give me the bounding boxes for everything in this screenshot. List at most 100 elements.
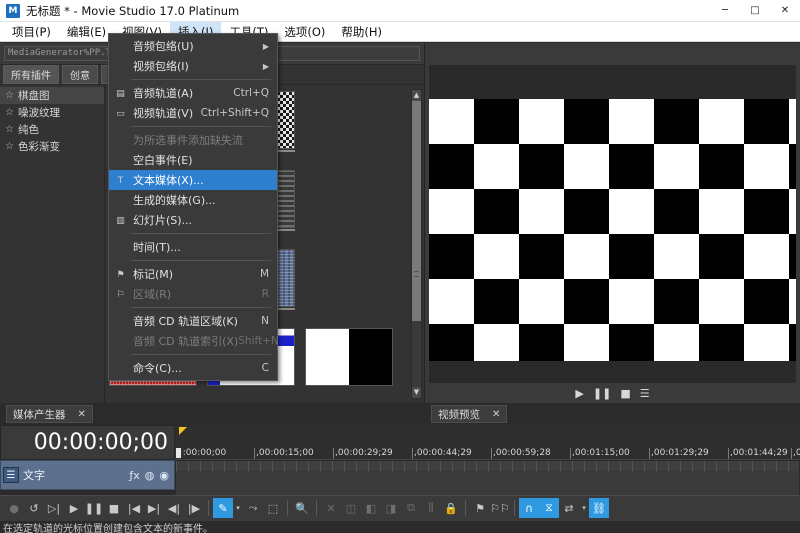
timecode-display[interactable]: 00:00:00;00 bbox=[0, 425, 175, 460]
audio-track-icon: ▤ bbox=[114, 87, 127, 100]
list-icon[interactable]: ☰ bbox=[640, 388, 650, 399]
menu-item-empty-event[interactable]: 空白事件(E) bbox=[109, 150, 277, 170]
menu-separator bbox=[131, 233, 271, 234]
generator-item-checkerboard[interactable]: ☆ 棋盘图 bbox=[0, 87, 104, 104]
menu-project[interactable]: 项目(P) bbox=[4, 22, 59, 42]
play-icon[interactable]: ▶ bbox=[575, 388, 583, 399]
menu-item-command[interactable]: 命令(C)... C bbox=[109, 358, 277, 378]
region-button[interactable]: ⚐⚐ bbox=[490, 498, 510, 518]
pause-icon[interactable]: ❚❚ bbox=[593, 388, 611, 399]
stop-icon[interactable]: ■ bbox=[620, 388, 630, 399]
star-icon: ☆ bbox=[5, 90, 14, 101]
preset-thumbnail[interactable] bbox=[305, 328, 393, 386]
close-icon[interactable]: ✕ bbox=[492, 409, 500, 420]
next-frame-button[interactable]: |▶ bbox=[184, 498, 204, 518]
fx-icon[interactable]: ƒx bbox=[129, 469, 139, 482]
edit-tool-dropdown-caret-icon[interactable]: ▾ bbox=[233, 504, 243, 512]
enable-snapping-button[interactable]: ∩ bbox=[519, 498, 539, 518]
close-button[interactable]: ✕ bbox=[770, 0, 800, 22]
menu-item-label: 生成的媒体(G)... bbox=[133, 192, 216, 208]
dock-tab-media-generators[interactable]: 媒体产生器 ✕ bbox=[6, 405, 93, 423]
play-from-start-button[interactable]: ▷| bbox=[44, 498, 64, 518]
scroll-down-icon[interactable]: ▼ bbox=[412, 387, 421, 398]
video-track-icon: ▭ bbox=[114, 107, 127, 120]
normal-edit-tool-button[interactable]: ✎ bbox=[213, 498, 233, 518]
crossfade-e-button[interactable]: ⫼ bbox=[421, 498, 441, 518]
menu-item-shortcut: N bbox=[261, 315, 269, 327]
preview-canvas[interactable] bbox=[429, 65, 796, 383]
menu-item-region: ⚐ 区域(R) R bbox=[109, 284, 277, 304]
crossfade-c-button[interactable]: ◨ bbox=[381, 498, 401, 518]
scrollbar-thumb[interactable] bbox=[412, 101, 421, 321]
menu-item-label: 命令(C)... bbox=[133, 360, 182, 376]
track-header-text[interactable]: ☰ 文字 ƒx ◍ ◉ bbox=[0, 460, 175, 490]
play-button[interactable]: ▶ bbox=[64, 498, 84, 518]
automation-icon[interactable]: ◍ bbox=[145, 469, 155, 482]
menu-item-audio-track[interactable]: ▤ 音频轨道(A) Ctrl+Q bbox=[109, 83, 277, 103]
menu-item-label: 为所选事件添加缺失流 bbox=[133, 132, 243, 148]
maximize-button[interactable]: □ bbox=[740, 0, 770, 22]
menu-edit[interactable]: 编辑(E) bbox=[59, 22, 114, 42]
envelope-edit-tool-button[interactable]: ⤳ bbox=[243, 498, 263, 518]
crossfade-d-button[interactable]: ⧉ bbox=[401, 498, 421, 518]
generator-item-label: 纯色 bbox=[18, 122, 39, 137]
menu-item-audio-envelope[interactable]: 音频包络(U) ▶ bbox=[109, 36, 277, 56]
loop-playback-button[interactable]: ↺ bbox=[24, 498, 44, 518]
lock-envelopes-button[interactable]: ⛓ bbox=[589, 498, 609, 518]
menu-item-label: 视频包络(I) bbox=[133, 58, 189, 74]
menu-item-video-envelope[interactable]: 视频包络(I) ▶ bbox=[109, 56, 277, 76]
menu-item-shortcut: C bbox=[262, 362, 269, 374]
menu-item-audio-cd-track-region[interactable]: 音频 CD 轨道区域(K) N bbox=[109, 311, 277, 331]
generator-item-label: 色彩渐变 bbox=[18, 139, 60, 154]
ruler-tick: ,00:01:15;00 bbox=[572, 448, 630, 458]
menu-item-generated-media[interactable]: 生成的媒体(G)... bbox=[109, 190, 277, 210]
thumbnail-scrollbar[interactable]: ▲ ▼ bbox=[411, 89, 422, 399]
lock-button[interactable]: 🔒 bbox=[441, 498, 461, 518]
zoom-tool-button[interactable]: 🔍 bbox=[292, 498, 312, 518]
menu-item-label: 标记(M) bbox=[133, 266, 173, 282]
auto-ripple-dropdown-caret-icon[interactable]: ▾ bbox=[579, 504, 589, 512]
tab-creative[interactable]: 创意 bbox=[62, 65, 98, 84]
menu-item-text-media[interactable]: T 文本媒体(X)... bbox=[109, 170, 277, 190]
menu-help[interactable]: 帮助(H) bbox=[333, 22, 390, 42]
menu-item-shortcut: Ctrl+Shift+Q bbox=[201, 107, 269, 119]
cut-button[interactable]: ✕ bbox=[321, 498, 341, 518]
menu-item-label: 音频包络(U) bbox=[133, 38, 194, 54]
slideshow-icon: ▥ bbox=[114, 214, 127, 227]
menu-item-slideshow[interactable]: ▥ 幻灯片(S)... bbox=[109, 210, 277, 230]
dock-tab-video-preview[interactable]: 视频预览 ✕ bbox=[431, 405, 507, 423]
compositing-icon[interactable]: ◉ bbox=[159, 469, 169, 482]
crossfade-b-button[interactable]: ◧ bbox=[361, 498, 381, 518]
marker-button[interactable]: ⚑ bbox=[470, 498, 490, 518]
scroll-up-icon[interactable]: ▲ bbox=[412, 90, 421, 101]
status-bar: 在选定轨道的光标位置创建包含文本的新事件。 bbox=[0, 520, 800, 533]
generator-item-color-gradient[interactable]: ☆ 色彩渐变 bbox=[0, 138, 104, 155]
quantize-to-frames-button[interactable]: ⧖ bbox=[539, 498, 559, 518]
menu-item-video-track[interactable]: ▭ 视频轨道(V) Ctrl+Shift+Q bbox=[109, 103, 277, 123]
close-icon[interactable]: ✕ bbox=[78, 409, 86, 420]
track-name-label[interactable]: 文字 bbox=[23, 467, 129, 483]
tab-all-plugins[interactable]: 所有插件 bbox=[3, 65, 59, 84]
menu-options[interactable]: 选项(O) bbox=[276, 22, 333, 42]
stop-button[interactable]: ■ bbox=[104, 498, 124, 518]
playhead-cursor[interactable] bbox=[175, 447, 182, 459]
generator-item-noise-texture[interactable]: ☆ 噪波纹理 bbox=[0, 104, 104, 121]
pause-button[interactable]: ❚❚ bbox=[84, 498, 104, 518]
previous-frame-button[interactable]: ◀| bbox=[164, 498, 184, 518]
go-to-start-button[interactable]: |◀ bbox=[124, 498, 144, 518]
ruler-tick: ,00:00:59;28 bbox=[493, 448, 551, 458]
go-to-end-button[interactable]: ▶| bbox=[144, 498, 164, 518]
track-menu-icon[interactable]: ☰ bbox=[3, 467, 19, 483]
record-button[interactable]: ● bbox=[4, 498, 24, 518]
title-bar: M 无标题 * - Movie Studio 17.0 Platinum ─ □… bbox=[0, 0, 800, 22]
crossfade-a-button[interactable]: ◫ bbox=[341, 498, 361, 518]
selection-edit-tool-button[interactable]: ⬚ bbox=[263, 498, 283, 518]
menu-item-label: 音频 CD 轨道区域(K) bbox=[133, 313, 238, 329]
menu-item-time[interactable]: 时间(T)... bbox=[109, 237, 277, 257]
minimize-button[interactable]: ─ bbox=[710, 0, 740, 22]
menu-item-marker[interactable]: ⚑ 标记(M) M bbox=[109, 264, 277, 284]
auto-ripple-button[interactable]: ⇄ bbox=[559, 498, 579, 518]
timeline-ruler[interactable]: 0:00:00;00 ,00:00:15;00 ,00:00:29;29 ,00… bbox=[175, 425, 800, 460]
window-title: 无标题 * - Movie Studio 17.0 Platinum bbox=[26, 3, 239, 19]
generator-item-solid-color[interactable]: ☆ 纯色 bbox=[0, 121, 104, 138]
